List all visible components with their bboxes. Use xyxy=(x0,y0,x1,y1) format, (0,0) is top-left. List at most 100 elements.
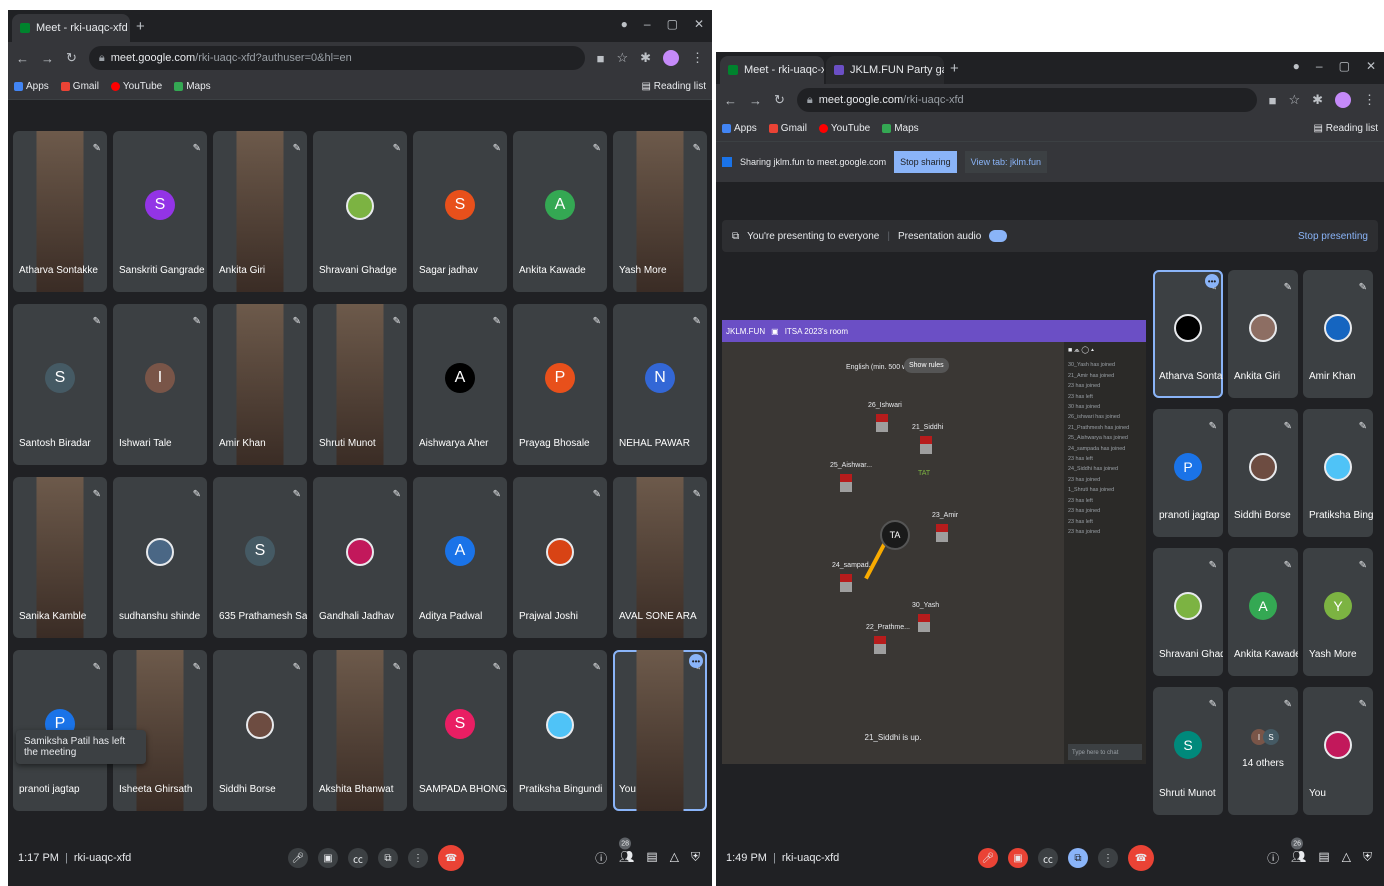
end-call-icon[interactable]: ☎︎ xyxy=(1128,845,1154,871)
captions-icon[interactable]: ㏄ xyxy=(1038,848,1058,868)
forward-icon[interactable]: → xyxy=(41,51,54,66)
participant-tile[interactable]: ✎ You xyxy=(1303,687,1373,815)
people-icon[interactable]: 👥︎ 26 xyxy=(1291,837,1306,867)
reading-list[interactable]: ▤ Reading list xyxy=(1314,123,1379,134)
participant-tile[interactable]: ✎ Yash More xyxy=(613,131,707,292)
present-active-icon[interactable]: ⧉ xyxy=(1068,848,1088,868)
bookmark-gmail[interactable]: Gmail xyxy=(768,123,807,134)
view-tab-button[interactable]: View tab: jklm.fun xyxy=(964,151,1047,173)
host-controls-icon[interactable]: ⛨ xyxy=(691,850,700,867)
reload-icon[interactable]: ↻ xyxy=(66,50,77,66)
participant-tile[interactable]: ✎ Prajwal Joshi xyxy=(513,477,607,638)
chat-input[interactable]: Type here to chat xyxy=(1068,744,1142,760)
profile-icon[interactable]: ● xyxy=(621,17,628,31)
participant-tile[interactable]: ✎ Pratiksha Bingundi xyxy=(513,650,607,811)
mic-icon[interactable]: 🎤︎ xyxy=(288,848,308,868)
bookmark-youtube[interactable]: YouTube xyxy=(818,123,870,134)
participant-tile[interactable]: S ✎ 635 Prathamesh Sarode xyxy=(213,477,307,638)
presentation-audio-toggle[interactable] xyxy=(989,230,1008,242)
more-options-icon[interactable]: ••• xyxy=(689,654,703,668)
captions-icon[interactable]: ㏄ xyxy=(348,848,368,868)
participant-tile[interactable]: ✎ Amir Khan xyxy=(1303,270,1373,398)
participant-tile[interactable]: ✎ Atharva Sontakke xyxy=(13,131,107,292)
participant-tile[interactable]: A ✎ Ankita Kawade xyxy=(513,131,607,292)
activities-icon[interactable]: △ xyxy=(670,850,679,867)
show-rules-button[interactable]: Show rules xyxy=(904,358,949,373)
tab-jklm[interactable]: JKLM.FUN Party games - ✕ xyxy=(826,56,944,84)
profile-icon[interactable]: ● xyxy=(1293,59,1300,73)
tab-meet[interactable]: Meet - rki-uaqc-xfd ✕ xyxy=(720,56,824,84)
participant-tile[interactable]: ✎ Shruti Munot xyxy=(313,304,407,465)
camera-off-icon[interactable]: ▣ xyxy=(1008,848,1028,868)
participant-tile[interactable]: P ✎ pranoti jagtap xyxy=(1153,409,1223,537)
stop-sharing-button[interactable]: Stop sharing xyxy=(894,151,957,173)
forward-icon[interactable]: → xyxy=(749,93,762,108)
participant-tile[interactable]: A ✎ Aishwarya Aher xyxy=(413,304,507,465)
participant-tile[interactable]: ✎ Siddhi Borse xyxy=(1228,409,1298,537)
profile-avatar[interactable] xyxy=(1335,92,1351,108)
menu-kebab-icon[interactable]: ⋮ xyxy=(691,50,704,66)
stop-presenting-button[interactable]: Stop presenting xyxy=(1298,231,1368,242)
more-options-icon[interactable]: ••• xyxy=(1205,274,1219,288)
participant-tile[interactable]: ✎ Shravani Ghadge xyxy=(1153,548,1223,676)
bookmark-apps[interactable]: Apps xyxy=(722,123,757,134)
participant-tile[interactable]: P ✎ Prayag Bhosale xyxy=(513,304,607,465)
bookmark-apps[interactable]: Apps xyxy=(14,81,49,92)
new-tab-icon[interactable]: + xyxy=(950,60,959,77)
new-tab-icon[interactable]: + xyxy=(136,18,145,35)
participant-tile[interactable]: ✎ Shravani Ghadge xyxy=(313,131,407,292)
activities-icon[interactable]: △ xyxy=(1342,850,1351,867)
back-icon[interactable]: ← xyxy=(724,93,737,108)
bookmark-gmail[interactable]: Gmail xyxy=(60,81,99,92)
omnibox[interactable]: 🔒︎ meet.google.com/rki-uaqc-xfd?authuser… xyxy=(88,46,585,70)
bookmark-maps[interactable]: Maps xyxy=(174,81,211,92)
participant-tile[interactable]: S ✎ SAMPADA BHONGALE xyxy=(413,650,507,811)
participant-tile[interactable]: Y ✎ Yash More xyxy=(1303,548,1373,676)
participant-tile[interactable]: ✎•••Atharva Sontakke xyxy=(1153,270,1223,398)
participant-tile[interactable]: S ✎ Santosh Biradar xyxy=(13,304,107,465)
star-icon[interactable]: ☆ xyxy=(1288,92,1300,108)
profile-avatar[interactable] xyxy=(663,50,679,66)
chat-icon[interactable]: ▤ xyxy=(1318,850,1329,867)
mic-muted-icon[interactable]: 🎤︎ xyxy=(978,848,998,868)
minimize-icon[interactable]: – xyxy=(1316,59,1323,73)
participant-tile[interactable]: ✎ Amir Khan xyxy=(213,304,307,465)
participant-tile[interactable]: S ✎ Sagar jadhav xyxy=(413,131,507,292)
camera-indicator-icon[interactable]: ■ xyxy=(597,51,605,66)
extensions-icon[interactable]: ✱ xyxy=(640,50,651,66)
tab-meet[interactable]: Meet - rki-uaqc-xfd ✕ xyxy=(12,14,130,42)
participant-tile[interactable]: ✎ Ankita Giri xyxy=(1228,270,1298,398)
participant-tile[interactable]: ✎ sudhanshu shinde xyxy=(113,477,207,638)
participant-tile[interactable]: ✎ Gandhali Jadhav xyxy=(313,477,407,638)
close-window-icon[interactable]: ✕ xyxy=(1366,59,1376,73)
bookmark-maps[interactable]: Maps xyxy=(882,123,919,134)
close-window-icon[interactable]: ✕ xyxy=(694,17,704,31)
participant-tile[interactable]: I S ✎ 14 others xyxy=(1228,687,1298,815)
more-options-icon[interactable]: ⋮ xyxy=(1098,848,1118,868)
participant-tile[interactable]: S ✎ Shruti Munot xyxy=(1153,687,1223,815)
chat-icon[interactable]: ▤ xyxy=(646,850,657,867)
participant-tile[interactable]: ✎ Siddhi Borse xyxy=(213,650,307,811)
maximize-icon[interactable]: ▢ xyxy=(667,17,678,31)
info-icon[interactable]: ⓘ xyxy=(1267,850,1279,867)
more-options-icon[interactable]: ⋮ xyxy=(408,848,428,868)
info-icon[interactable]: ⓘ xyxy=(595,850,607,867)
camera-indicator-icon[interactable]: ■ xyxy=(1269,93,1277,108)
omnibox[interactable]: 🔒︎ meet.google.com/rki-uaqc-xfd xyxy=(796,88,1257,112)
reload-icon[interactable]: ↻ xyxy=(774,92,785,108)
host-controls-icon[interactable]: ⛨ xyxy=(1363,850,1372,867)
participant-tile[interactable]: S ✎ Sanskriti Gangrade xyxy=(113,131,207,292)
participant-tile[interactable]: A ✎ Aditya Padwal xyxy=(413,477,507,638)
participant-tile[interactable]: ✎•••You xyxy=(613,650,707,811)
end-call-icon[interactable]: ☎︎ xyxy=(438,845,464,871)
back-icon[interactable]: ← xyxy=(16,51,29,66)
camera-icon[interactable]: ▣ xyxy=(318,848,338,868)
participant-tile[interactable]: ✎ Akshita Bhanwat xyxy=(313,650,407,811)
bookmark-youtube[interactable]: YouTube xyxy=(110,81,162,92)
reading-list[interactable]: ▤ Reading list xyxy=(642,81,707,92)
participant-tile[interactable]: ✎ Sanika Kamble xyxy=(13,477,107,638)
participant-tile[interactable]: I ✎ Ishwari Tale xyxy=(113,304,207,465)
maximize-icon[interactable]: ▢ xyxy=(1339,59,1350,73)
participant-tile[interactable]: ✎ AVAL SONE ARA xyxy=(613,477,707,638)
extensions-icon[interactable]: ✱ xyxy=(1312,92,1323,108)
